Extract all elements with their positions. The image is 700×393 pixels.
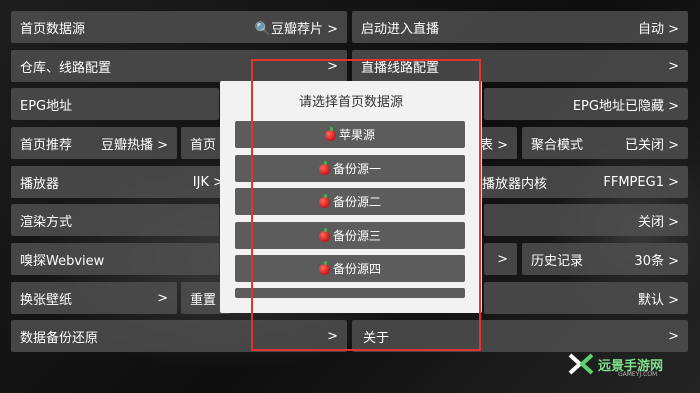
- player-core-value: FFMPEG1 >: [603, 174, 679, 190]
- source-option-apple[interactable]: 苹果源: [235, 121, 465, 148]
- player-core-setting[interactable]: 播放器内核 FFMPEG1 >: [466, 166, 688, 198]
- source-option-backup-3[interactable]: 备份源三: [235, 222, 465, 249]
- home-recommend-label: 首页推荐: [20, 137, 73, 153]
- source-option-label: 苹果源: [338, 128, 375, 142]
- about-label: 关于: [363, 330, 390, 346]
- apple-icon: [318, 228, 330, 242]
- wallpaper-setting[interactable]: 换张壁纸 >: [11, 282, 177, 314]
- aggregate-label: 聚合模式: [531, 137, 584, 153]
- startup-live-value: 自动 >: [637, 21, 679, 37]
- apple-icon: [324, 127, 336, 141]
- default-value: 默认 >: [637, 292, 679, 308]
- aggregate-setting[interactable]: 聚合模式 已关闭 >: [522, 127, 688, 159]
- player-label: 播放器: [20, 176, 60, 192]
- render-setting[interactable]: 渲染方式: [11, 204, 219, 236]
- about-arrow: >: [668, 328, 679, 344]
- backup-label: 数据备份还原: [20, 330, 99, 346]
- home-recommend-setting[interactable]: 首页推荐 豆瓣热播 >: [11, 127, 177, 159]
- live-config-setting[interactable]: 直播线路配置 >: [352, 50, 688, 82]
- about-setting[interactable]: 关于 >: [352, 320, 688, 352]
- backup-arrow: >: [327, 328, 338, 344]
- source-option-label: 备份源二: [332, 195, 381, 209]
- home-partial-label: 首页: [190, 137, 217, 153]
- home-source-label: 首页数据源: [20, 21, 86, 37]
- source-option-label: 备份源四: [332, 262, 381, 276]
- watermark-logo: 远景手游网 GAMEYJ.COM: [568, 353, 663, 378]
- default-value-cell[interactable]: 默认 >: [484, 282, 688, 314]
- home-source-dialog: 请选择首页数据源 苹果源 备份源一 备份源二 备份源三 备份源四: [220, 81, 482, 313]
- wallpaper-label: 换张壁纸: [20, 292, 73, 308]
- sniff-right-cell[interactable]: >: [484, 243, 517, 275]
- source-option-label: 备份源一: [332, 162, 381, 176]
- source-option-label: 备份源三: [332, 229, 381, 243]
- home-source-setting[interactable]: 首页数据源 🔍豆瓣荐片 >: [11, 11, 347, 43]
- yj-logo-icon: [568, 353, 594, 375]
- history-label: 历史记录: [531, 253, 584, 269]
- backup-setting[interactable]: 数据备份还原 >: [11, 320, 347, 352]
- player-setting[interactable]: 播放器 IJK >: [11, 166, 233, 198]
- render-value-cell[interactable]: 关闭 >: [484, 204, 688, 236]
- apple-icon: [318, 161, 330, 175]
- reset-label: 重置: [190, 292, 217, 308]
- player-core-label: 播放器内核: [482, 176, 548, 192]
- watermark-url: GAMEYJ.COM: [618, 371, 658, 378]
- sniff-label: 嗅探Webview: [20, 253, 105, 269]
- startup-live-setting[interactable]: 启动进入直播 自动 >: [352, 11, 688, 43]
- apple-icon: [318, 261, 330, 275]
- repo-config-arrow: >: [327, 58, 338, 74]
- live-config-arrow: >: [668, 58, 679, 74]
- source-option-backup-2[interactable]: 备份源二: [235, 188, 465, 215]
- aggregate-value: 已关闭 >: [624, 137, 679, 153]
- epg-label: EPG地址: [20, 98, 73, 114]
- epg-setting[interactable]: EPG地址: [11, 88, 219, 120]
- sniff-right-arrow: >: [497, 251, 508, 267]
- startup-live-label: 启动进入直播: [361, 21, 440, 37]
- history-setting[interactable]: 历史记录 30条 >: [522, 243, 688, 275]
- render-label: 渲染方式: [20, 214, 73, 230]
- apple-icon: [318, 194, 330, 208]
- list-partial-value: 表 >: [479, 137, 508, 153]
- render-value: 关闭 >: [637, 214, 679, 230]
- repo-config-setting[interactable]: 仓库、线路配置 >: [11, 50, 347, 82]
- source-option-partial[interactable]: [235, 288, 465, 298]
- history-value: 30条 >: [634, 253, 679, 269]
- live-config-label: 直播线路配置: [361, 60, 440, 76]
- dialog-title: 请选择首页数据源: [298, 95, 403, 110]
- source-option-backup-1[interactable]: 备份源一: [235, 155, 465, 182]
- epg-value: EPG地址已隐藏 >: [572, 98, 679, 114]
- source-option-backup-4[interactable]: 备份源四: [235, 255, 465, 282]
- epg-value-cell[interactable]: EPG地址已隐藏 >: [484, 88, 688, 120]
- repo-config-label: 仓库、线路配置: [20, 60, 112, 76]
- wallpaper-arrow: >: [157, 290, 168, 306]
- home-recommend-value: 豆瓣热播 >: [100, 137, 168, 153]
- sniff-setting[interactable]: 嗅探Webview: [11, 243, 219, 275]
- home-source-value: 🔍豆瓣荐片 >: [254, 21, 338, 37]
